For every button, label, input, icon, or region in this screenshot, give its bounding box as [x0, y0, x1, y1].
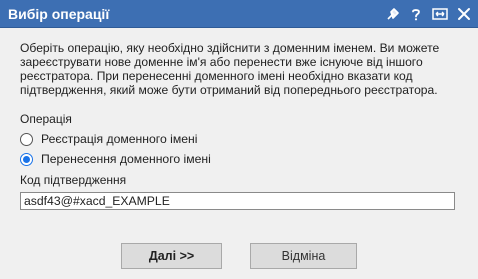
register-label: Реєстрація доменного імені [41, 132, 198, 146]
confirmation-code-input[interactable] [20, 192, 455, 210]
titlebar-controls [385, 4, 472, 24]
confirmation-code-label: Код підтвердження [20, 173, 127, 187]
operation-label: Операція [20, 112, 72, 126]
help-icon[interactable] [408, 6, 424, 22]
dialog-title: Вибір операції [8, 6, 110, 22]
pin-icon[interactable] [385, 6, 401, 22]
maximize-icon[interactable] [431, 6, 449, 22]
transfer-label: Перенесення доменного імені [41, 152, 211, 166]
close-icon[interactable] [456, 6, 472, 22]
next-button[interactable]: Далі >> [121, 243, 222, 269]
dialog-content: Оберіть операцію, яку необхідно здійснит… [20, 41, 460, 97]
operation-description: Оберіть операцію, яку необхідно здійснит… [20, 41, 440, 97]
cancel-button[interactable]: Відміна [250, 243, 357, 269]
dialog-titlebar[interactable]: Вибір операції [0, 0, 478, 28]
register-radio[interactable] [20, 132, 33, 146]
option-transfer[interactable]: Перенесення доменного імені [20, 151, 211, 167]
option-register[interactable]: Реєстрація доменного імені [20, 131, 197, 147]
operation-dialog: Вибір операції Оберіть операцію, яку нео… [0, 0, 478, 279]
transfer-radio[interactable] [20, 152, 33, 166]
